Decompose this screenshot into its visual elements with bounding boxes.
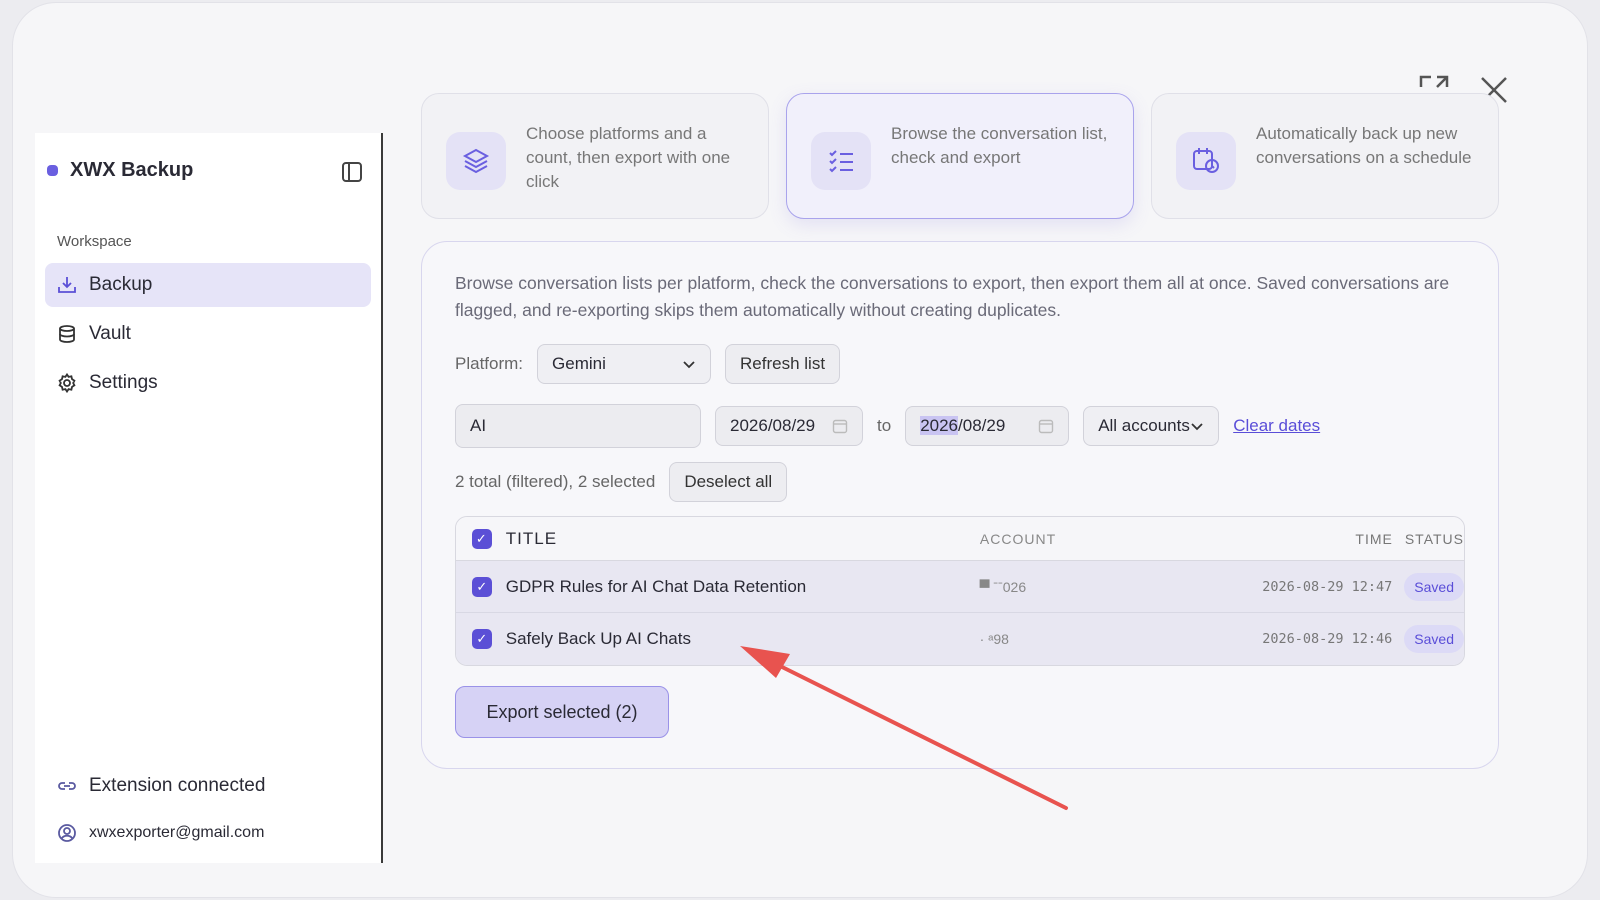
workspace-label: Workspace: [57, 233, 132, 250]
database-icon: [59, 325, 75, 343]
row-time: 2026-08-29 12:46: [1262, 631, 1393, 647]
header-account: ACCOUNT: [979, 530, 1057, 547]
table-header: ✓ TITLE ACCOUNT TIME STATUS: [456, 517, 1464, 561]
calendar-clock-icon: [1176, 132, 1236, 190]
row-checkbox[interactable]: ✓: [472, 576, 492, 597]
check-icon: ✓: [476, 578, 488, 594]
header-status: STATUS: [1404, 530, 1464, 547]
date-from-value: 2026/08/29: [730, 416, 816, 435]
select-all-checkbox[interactable]: ✓: [472, 528, 492, 549]
deselect-all-button[interactable]: Deselect all: [669, 462, 788, 502]
platform-row: Platform: Gemini Refresh list: [455, 344, 841, 384]
conversation-table: ✓ TITLE ACCOUNT TIME STATUS ✓ GDPR Rules…: [455, 516, 1465, 666]
link-icon: [58, 782, 76, 790]
sidebar: XWX Backup Workspace Backup Vault Settin…: [35, 133, 383, 863]
sidebar-nav: Backup Vault Settings: [45, 263, 371, 410]
mode-description: Automatically back up new conversations …: [1256, 124, 1472, 167]
selection-row: 2 total (filtered), 2 selected Deselect …: [455, 462, 788, 502]
refresh-list-button[interactable]: Refresh list: [725, 344, 841, 384]
platform-select[interactable]: Gemini: [537, 344, 712, 384]
main-content: Choose platforms and a count, then expor…: [421, 93, 1511, 863]
row-title: Safely Back Up AI Chats: [505, 629, 691, 648]
mode-card-browse-export[interactable]: Browse the conversation list, check and …: [786, 93, 1134, 219]
table-row[interactable]: ✓ Safely Back Up AI Chats · ᵃ98 2026-08-…: [456, 613, 1464, 665]
chevron-down-icon: [1191, 423, 1203, 431]
mode-description: Choose platforms and a count, then expor…: [526, 124, 731, 191]
brand-dot: [47, 165, 58, 176]
row-time: 2026-08-29 12:47: [1262, 578, 1393, 595]
extension-status: Extension connected: [57, 775, 357, 797]
date-to-input[interactable]: 2026/08/29: [905, 406, 1070, 446]
gear-icon: [58, 373, 76, 393]
panel-intro: Browse conversation lists per platform, …: [455, 273, 1450, 320]
row-account: ▀ ˉˉ026: [979, 578, 1027, 595]
user-circle-icon: [58, 824, 76, 842]
sidebar-panel-icon: [342, 162, 362, 182]
row-checkbox[interactable]: ✓: [472, 629, 492, 649]
date-to-value: 2026/08/29: [920, 416, 1005, 436]
checklist-icon: [811, 132, 871, 190]
sidebar-item-settings[interactable]: Settings: [45, 361, 371, 405]
row-account: · ᵃ98: [979, 631, 1009, 647]
mode-description: Browse the conversation list, check and …: [891, 124, 1108, 167]
platform-label: Platform:: [455, 354, 524, 373]
header-time: TIME: [1355, 530, 1393, 547]
search-input[interactable]: AI: [455, 404, 701, 448]
accounts-select[interactable]: All accounts: [1083, 406, 1220, 446]
export-selected-button[interactable]: Export selected (2): [455, 686, 669, 738]
calendar-icon: [1038, 419, 1054, 434]
date-from-input[interactable]: 2026/08/29: [715, 406, 863, 446]
row-title: GDPR Rules for AI Chat Data Retention: [505, 576, 807, 596]
clear-dates-link[interactable]: Clear dates: [1233, 416, 1320, 436]
date-range-to-label: to: [877, 416, 892, 435]
app-window: XWX Backup Workspace Backup Vault Settin…: [12, 2, 1588, 898]
check-icon: ✓: [475, 530, 488, 546]
filter-row: AI 2026/08/29 to 2026/08/29 All accounts…: [455, 404, 1320, 448]
sidebar-item-label: Settings: [89, 372, 158, 393]
date-to-rest-text: /08/29: [958, 416, 1006, 435]
mode-card-quick-export[interactable]: Choose platforms and a count, then expor…: [421, 93, 769, 219]
chevron-down-icon: [683, 361, 695, 369]
selection-count: 2 total (filtered), 2 selected: [455, 472, 656, 491]
status-badge: Saved: [1404, 572, 1464, 601]
sidebar-item-label: Vault: [89, 323, 131, 344]
accounts-select-value: All accounts: [1098, 416, 1190, 435]
platform-select-value: Gemini: [552, 354, 606, 373]
table-row[interactable]: ✓ GDPR Rules for AI Chat Data Retention …: [456, 561, 1464, 613]
account-email[interactable]: xwxexporter@gmail.com: [57, 823, 357, 843]
app-name: XWX Backup: [70, 159, 194, 181]
download-tray-icon: [58, 277, 76, 293]
sidebar-toggle-button[interactable]: [341, 161, 363, 183]
sidebar-item-label: Backup: [89, 274, 153, 295]
calendar-icon: [832, 419, 848, 434]
header-title: TITLE: [505, 528, 558, 548]
sidebar-item-vault[interactable]: Vault: [45, 312, 371, 356]
sidebar-item-backup[interactable]: Backup: [45, 263, 371, 307]
account-email-text: xwxexporter@gmail.com: [89, 824, 265, 841]
brand: XWX Backup: [47, 159, 193, 182]
sidebar-footer: Extension connected xwxexporter@gmail.co…: [57, 749, 357, 843]
extension-status-text: Extension connected: [89, 775, 266, 796]
mode-card-scheduled-backup[interactable]: Automatically back up new conversations …: [1151, 93, 1499, 219]
browse-export-panel: Browse conversation lists per platform, …: [421, 241, 1499, 769]
status-badge: Saved: [1404, 625, 1464, 653]
date-to-selected-text: 2026: [920, 416, 959, 435]
check-icon: ✓: [476, 631, 488, 646]
layers-icon: [446, 132, 506, 190]
